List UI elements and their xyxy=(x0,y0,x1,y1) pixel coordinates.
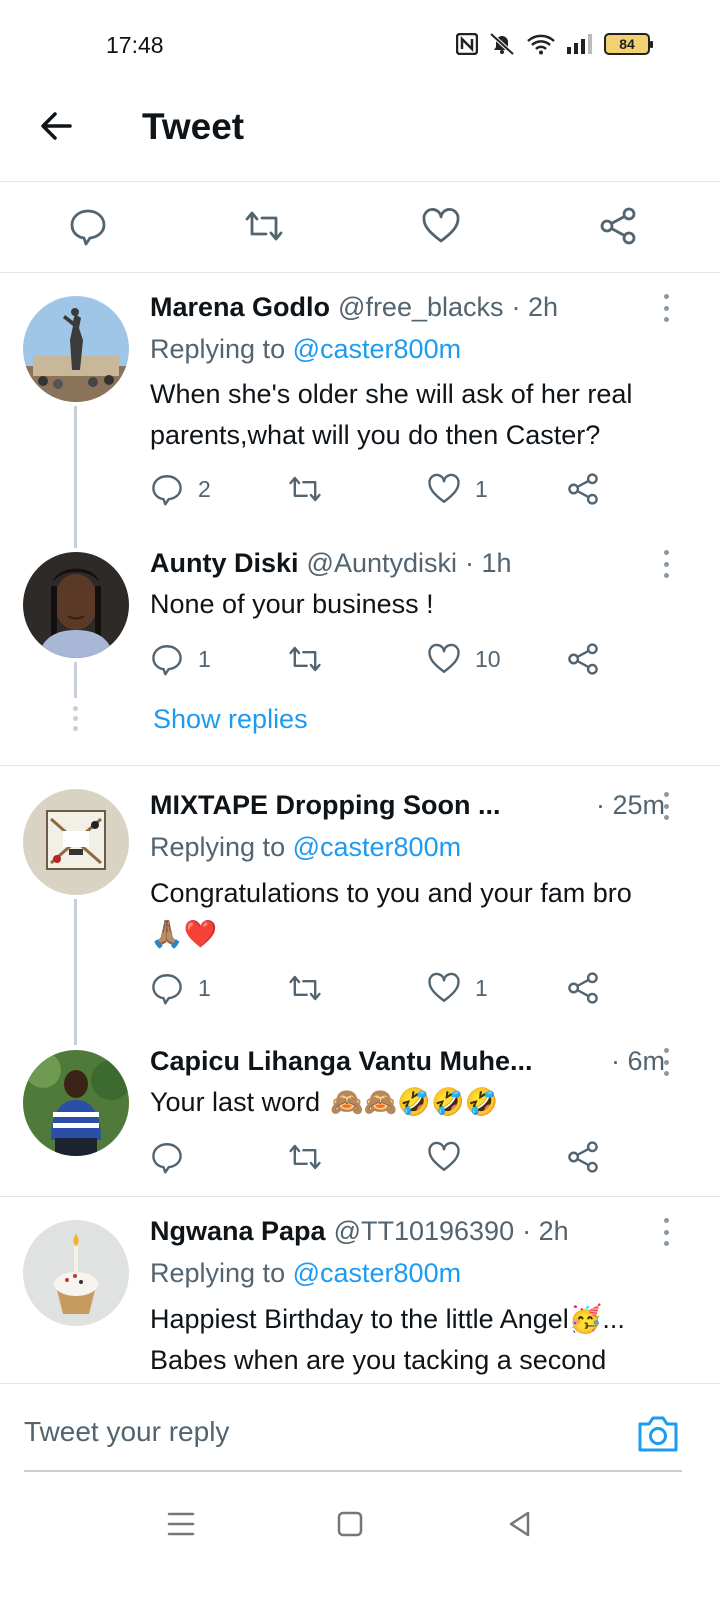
user-handle: @TT10196390 xyxy=(333,1216,515,1246)
tweet-text: When she's older she will ask of her rea… xyxy=(150,379,633,450)
display-name[interactable]: MIXTAPE Dropping Soon ... xyxy=(150,790,500,821)
battery-indicator: 84 xyxy=(604,33,653,55)
page-title: Tweet xyxy=(142,106,245,147)
home-square-icon[interactable] xyxy=(334,1508,366,1540)
status-icons: 84 xyxy=(456,32,653,56)
actions-divider xyxy=(0,272,720,273)
tweet-header: Aunty Diski @Auntydiski · 1h xyxy=(150,548,512,579)
share-icon[interactable] xyxy=(566,971,600,1005)
tweet-header: MIXTAPE Dropping Soon ... · 25m xyxy=(150,790,665,821)
status-time: 17:48 xyxy=(106,32,164,58)
like-icon[interactable] xyxy=(421,206,461,246)
user-handle: @free_blacks xyxy=(338,292,504,322)
replying-to: Replying to @caster800m xyxy=(150,832,462,862)
share-icon[interactable] xyxy=(566,1140,600,1174)
thread-line xyxy=(74,899,77,1045)
retweet-icon[interactable] xyxy=(288,642,322,676)
share-icon[interactable] xyxy=(566,472,600,506)
tweet-text: None of your business ! xyxy=(150,589,434,619)
display-name[interactable]: Marena Godlo xyxy=(150,292,330,323)
like-icon[interactable] xyxy=(427,971,461,1005)
retweet-icon[interactable] xyxy=(288,472,322,506)
like-count[interactable]: 10 xyxy=(427,642,501,676)
more-options-icon[interactable] xyxy=(662,550,670,578)
tweet-time: · 2h xyxy=(522,1216,569,1246)
retweet-icon[interactable] xyxy=(288,1140,322,1174)
tweet-header: Marena Godlo @free_blacks · 2h xyxy=(150,292,558,323)
nfc-icon xyxy=(456,33,478,55)
avatar[interactable] xyxy=(23,789,129,895)
avatar[interactable] xyxy=(23,552,129,658)
reply-icon[interactable] xyxy=(150,642,184,676)
share-icon[interactable] xyxy=(598,206,638,246)
reply-icon[interactable] xyxy=(68,206,108,246)
mention-link[interactable]: @caster800m xyxy=(293,334,461,364)
back-arrow-icon[interactable] xyxy=(38,108,74,144)
header-divider xyxy=(0,181,720,182)
like-count[interactable]: 1 xyxy=(427,971,488,1005)
like-icon[interactable] xyxy=(427,472,461,506)
like-icon[interactable] xyxy=(427,1140,461,1174)
menu-icon[interactable] xyxy=(165,1508,197,1540)
display-name[interactable]: Capicu Lihanga Vantu Muhe... xyxy=(150,1046,533,1077)
retweet-icon[interactable] xyxy=(288,971,322,1005)
reply-count[interactable]: 2 xyxy=(150,472,211,506)
signal-icon xyxy=(567,34,592,54)
avatar[interactable] xyxy=(23,1220,129,1326)
tweet-text: Congratulations to you and your fam bro … xyxy=(150,873,680,955)
reply-count[interactable]: 1 xyxy=(150,971,211,1005)
thread-continuation xyxy=(73,706,79,731)
avatar[interactable] xyxy=(23,296,129,402)
display-name[interactable]: Ngwana Papa xyxy=(150,1216,326,1247)
thread-divider xyxy=(0,765,720,766)
reply-count[interactable]: 1 xyxy=(150,642,211,676)
retweet-icon[interactable] xyxy=(244,206,284,246)
tweet-emoji: 🙈🙈🤣🤣🤣 xyxy=(330,1087,499,1118)
reply-input[interactable]: Tweet your reply xyxy=(24,1416,229,1448)
tweet-header: Capicu Lihanga Vantu Muhe... · 6m xyxy=(150,1046,665,1077)
mute-icon xyxy=(489,32,515,56)
more-options-icon[interactable] xyxy=(662,1048,670,1076)
tweet-header: Ngwana Papa @TT10196390 · 2h xyxy=(150,1216,569,1247)
back-triangle-icon[interactable] xyxy=(504,1508,536,1540)
display-name[interactable]: Aunty Diski xyxy=(150,548,299,579)
tweet-time: · 1h xyxy=(465,548,512,578)
thread-divider xyxy=(0,1196,720,1197)
reply-icon[interactable] xyxy=(150,971,184,1005)
replying-to: Replying to @caster800m xyxy=(150,1258,462,1288)
replying-to: Replying to @caster800m xyxy=(150,334,462,364)
tweet-text: Happiest Birthday to the little Angel🥳..… xyxy=(150,1304,625,1375)
camera-icon[interactable] xyxy=(636,1412,680,1456)
tweet-time: · 6m xyxy=(611,1046,665,1076)
tweet-text: Your last word 🙈🙈🤣🤣🤣 xyxy=(150,1082,680,1123)
share-icon[interactable] xyxy=(566,642,600,676)
mention-link[interactable]: @caster800m xyxy=(293,832,461,862)
reply-icon[interactable] xyxy=(150,1140,184,1174)
reply-underline xyxy=(24,1470,682,1472)
reply-icon[interactable] xyxy=(150,472,184,506)
more-options-icon[interactable] xyxy=(662,1218,670,1246)
more-options-icon[interactable] xyxy=(662,792,670,820)
avatar[interactable] xyxy=(23,1050,129,1156)
like-count[interactable]: 1 xyxy=(427,472,488,506)
wifi-icon xyxy=(527,34,555,55)
user-handle: @Auntydiski xyxy=(306,548,457,578)
thread-line xyxy=(74,406,77,548)
thread-line xyxy=(74,662,77,698)
more-options-icon[interactable] xyxy=(662,294,670,322)
mention-link[interactable]: @caster800m xyxy=(293,1258,461,1288)
tweet-time: · 25m xyxy=(595,790,665,820)
tweet-emoji: 🙏🏽❤️ xyxy=(150,919,218,950)
like-icon[interactable] xyxy=(427,642,461,676)
show-replies-link[interactable]: Show replies xyxy=(153,704,308,735)
tweet-time: · 2h xyxy=(511,292,559,322)
